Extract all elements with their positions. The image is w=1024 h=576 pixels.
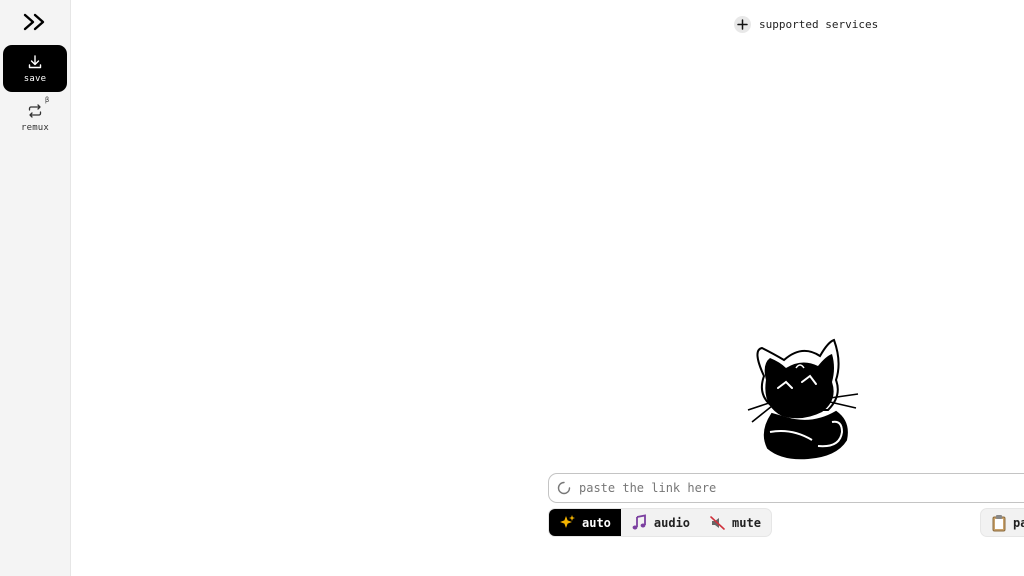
plus-icon xyxy=(734,15,751,33)
music-notes-icon xyxy=(632,514,646,530)
sidebar-item-save[interactable]: save xyxy=(3,45,67,92)
repeat-icon xyxy=(28,103,42,118)
download-icon xyxy=(28,54,42,68)
supported-services-label: supported services xyxy=(759,17,879,31)
logo-double-chevron-icon[interactable] xyxy=(22,12,48,32)
mode-auto-button[interactable]: auto xyxy=(549,509,621,536)
mode-label: auto xyxy=(582,515,611,530)
download-mode-switcher: auto audio mute xyxy=(548,508,772,537)
beta-badge: β xyxy=(45,96,50,104)
supported-services-button[interactable]: supported services xyxy=(734,15,878,33)
sidebar-item-remux[interactable]: β remux xyxy=(3,94,67,141)
mode-label: mute xyxy=(732,515,761,530)
sparkles-icon xyxy=(560,515,575,528)
paste-button-label: pa xyxy=(1013,515,1024,530)
sidebar-item-label: save xyxy=(23,73,47,84)
clipboard-icon xyxy=(992,514,1006,531)
link-input[interactable] xyxy=(579,481,1009,495)
sidebar: save β remux xyxy=(0,0,71,576)
link-input-box[interactable] xyxy=(548,473,1024,503)
mode-label: audio xyxy=(653,515,691,530)
muted-icon xyxy=(710,515,725,530)
cat-mascot-icon xyxy=(747,338,859,460)
mode-audio-button[interactable]: audio xyxy=(621,509,700,536)
paste-button[interactable]: pa xyxy=(980,508,1024,537)
spinner-icon xyxy=(557,481,571,495)
sidebar-item-label: remux xyxy=(20,122,50,133)
mode-mute-button[interactable]: mute xyxy=(700,509,771,536)
